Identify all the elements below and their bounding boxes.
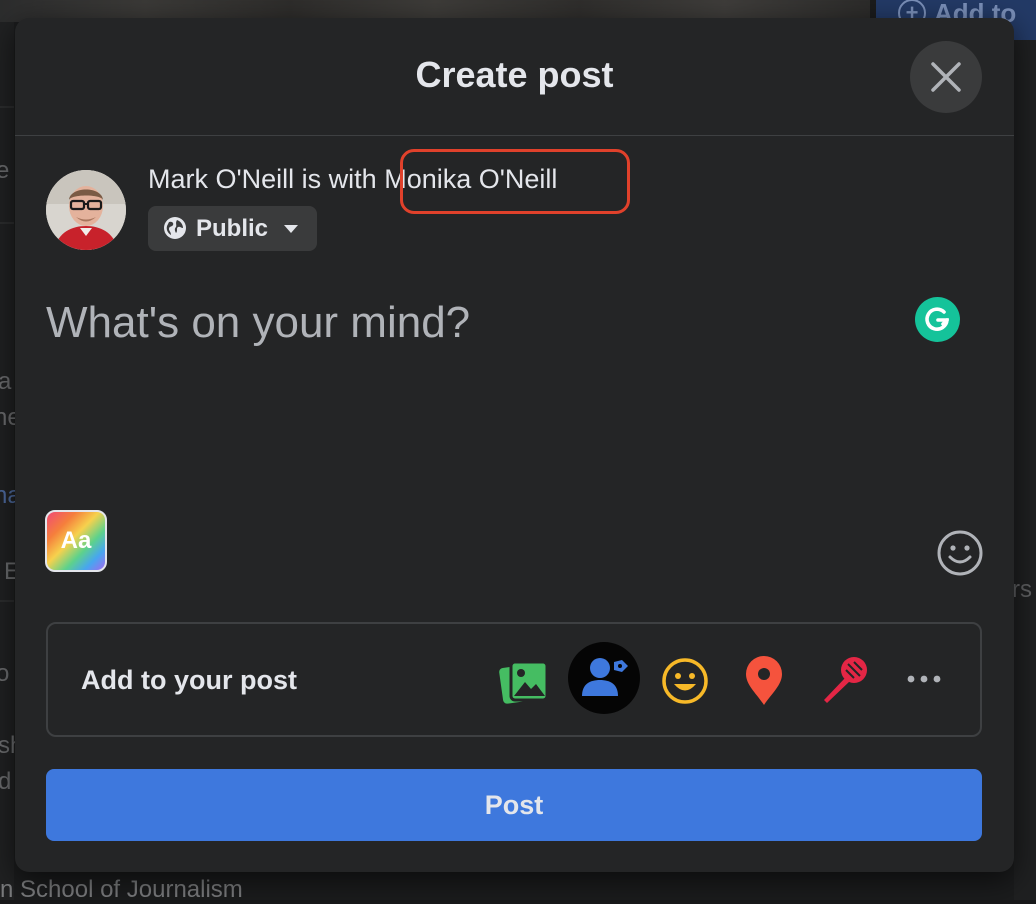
privacy-selector-button[interactable]: Public [148, 206, 317, 251]
tag-people-button[interactable] [568, 642, 640, 714]
post-button[interactable]: Post [46, 769, 982, 841]
privacy-label: Public [196, 215, 268, 243]
text-background-button[interactable]: Aa [45, 510, 107, 572]
background-right-panel [1014, 40, 1036, 900]
background-text-fragment: a [0, 368, 11, 396]
feeling-activity-icon[interactable] [661, 657, 709, 710]
post-composer-input[interactable] [46, 288, 886, 358]
background-divider [0, 106, 14, 108]
dialog-header: Create post [15, 18, 1014, 136]
author-name[interactable]: Mark O'Neill [148, 164, 294, 194]
with-text: is with [294, 164, 384, 194]
ellipsis-glyph [906, 672, 942, 686]
caret-down-icon [283, 224, 299, 234]
background-text-fragment: e [0, 157, 9, 185]
dialog-title: Create post [15, 54, 1014, 96]
live-audio-icon[interactable] [818, 655, 870, 712]
check-in-icon[interactable] [744, 655, 784, 712]
feeling-glyph [661, 657, 709, 705]
tag-people-icon [568, 642, 640, 714]
location-pin-glyph [744, 655, 784, 707]
microphone-glyph [818, 655, 870, 707]
photo-video-icon[interactable] [499, 658, 549, 711]
add-to-post-label: Add to your post [81, 665, 297, 696]
background-text-fragment: d [0, 768, 11, 796]
emoji-picker-icon[interactable] [936, 529, 984, 577]
create-post-dialog: Create post Mark O'Neill is with Monika … [15, 18, 1014, 872]
photo-glyph [499, 658, 549, 706]
grammarly-g-glyph [923, 305, 952, 334]
close-button[interactable] [910, 41, 982, 113]
background-divider [0, 222, 14, 224]
profile-photo [46, 170, 126, 250]
background-text-fragment: o [0, 660, 9, 688]
tagged-friend-highlight [400, 149, 630, 214]
globe-icon [163, 216, 187, 240]
avatar[interactable] [46, 170, 126, 250]
smiley-icon [936, 529, 984, 577]
add-to-post-bar: Add to your post [46, 622, 982, 737]
background-divider [0, 600, 14, 602]
close-icon [930, 61, 962, 93]
more-icon[interactable] [906, 672, 942, 691]
grammarly-icon[interactable] [915, 297, 960, 342]
background-text-fragment: rs [1012, 576, 1032, 604]
